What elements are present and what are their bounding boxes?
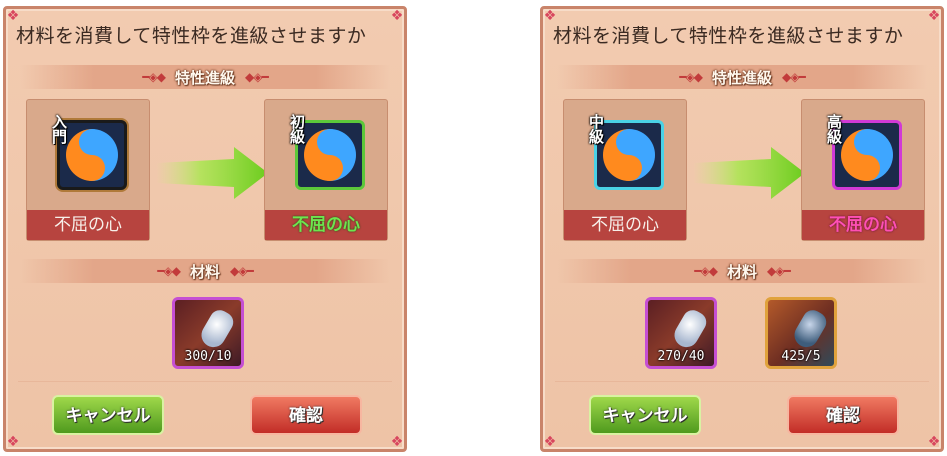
- upgrade-dialog-right: ❖ ❖ ❖ ❖ 材料を消費して特性枠を進級させますか ━◈◆ 特性進級 ◆◈━ …: [540, 6, 944, 452]
- trait-name: 不屈の心: [27, 210, 149, 240]
- grade-tag: 高級: [825, 114, 843, 144]
- material-item[interactable]: 270/40: [645, 297, 717, 369]
- material-count: 270/40: [657, 349, 705, 364]
- ornament-icon: ◆◈━: [782, 70, 806, 84]
- corner-ornament-icon: ❖: [390, 434, 404, 450]
- material-item[interactable]: 425/5: [765, 297, 837, 369]
- upgrade-arrow-icon: [156, 147, 268, 199]
- ornament-icon: ━◈◆: [694, 264, 718, 278]
- grade-tag: 初級: [288, 114, 306, 144]
- trait-next: 初級 不屈の心: [264, 99, 388, 241]
- ornament-icon: ━◈◆: [142, 70, 166, 84]
- section-header-materials: ━◈◆ 材料 ◆◈━: [20, 259, 390, 283]
- section-label: 材料: [726, 262, 757, 281]
- potion-bottle-icon: [790, 306, 830, 352]
- ornament-icon: ◆◈━: [767, 264, 791, 278]
- upgrade-arrow-icon: [693, 147, 805, 199]
- trait-current: 中級 不屈の心: [563, 99, 687, 241]
- section-label: 特性進級: [711, 68, 772, 87]
- grade-tag: 入門: [50, 114, 68, 144]
- section-header-upgrade: ━◈◆ 特性進級 ◆◈━: [557, 65, 927, 89]
- upgrade-dialog-left: ❖ ❖ ❖ ❖ 材料を消費して特性枠を進級させますか ━◈◆ 特性進級 ◆◈━ …: [3, 6, 407, 452]
- material-item[interactable]: 300/10: [172, 297, 244, 369]
- trait-name: 不屈の心: [802, 210, 924, 240]
- potion-bottle-icon: [670, 306, 710, 352]
- confirm-button[interactable]: 確認: [250, 395, 362, 435]
- cancel-button[interactable]: キャンセル: [52, 395, 164, 435]
- ornament-icon: ━◈◆: [157, 264, 181, 278]
- cancel-button[interactable]: キャンセル: [589, 395, 701, 435]
- section-label: 材料: [189, 262, 220, 281]
- trait-name: 不屈の心: [564, 210, 686, 240]
- grade-tag: 中級: [587, 114, 605, 144]
- corner-ornament-icon: ❖: [6, 434, 20, 450]
- dialog-title: 材料を消費して特性枠を進級させますか: [553, 25, 904, 47]
- potion-bottle-icon: [197, 306, 237, 352]
- divider: [555, 381, 929, 382]
- confirm-button[interactable]: 確認: [787, 395, 899, 435]
- ornament-icon: ━◈◆: [679, 70, 703, 84]
- ornament-icon: ◆◈━: [230, 264, 254, 278]
- section-header-upgrade: ━◈◆ 特性進級 ◆◈━: [20, 65, 390, 89]
- material-count: 300/10: [184, 349, 232, 364]
- trait-name: 不屈の心: [265, 210, 387, 240]
- trait-current: 入門 不屈の心: [26, 99, 150, 241]
- section-label: 特性進級: [174, 68, 235, 87]
- divider: [18, 381, 392, 382]
- corner-ornament-icon: ❖: [927, 434, 941, 450]
- section-header-materials: ━◈◆ 材料 ◆◈━: [557, 259, 927, 283]
- material-count: 425/5: [781, 349, 821, 364]
- dialog-title: 材料を消費して特性枠を進級させますか: [16, 25, 367, 47]
- ornament-icon: ◆◈━: [245, 70, 269, 84]
- trait-next: 高級 不屈の心: [801, 99, 925, 241]
- corner-ornament-icon: ❖: [543, 434, 557, 450]
